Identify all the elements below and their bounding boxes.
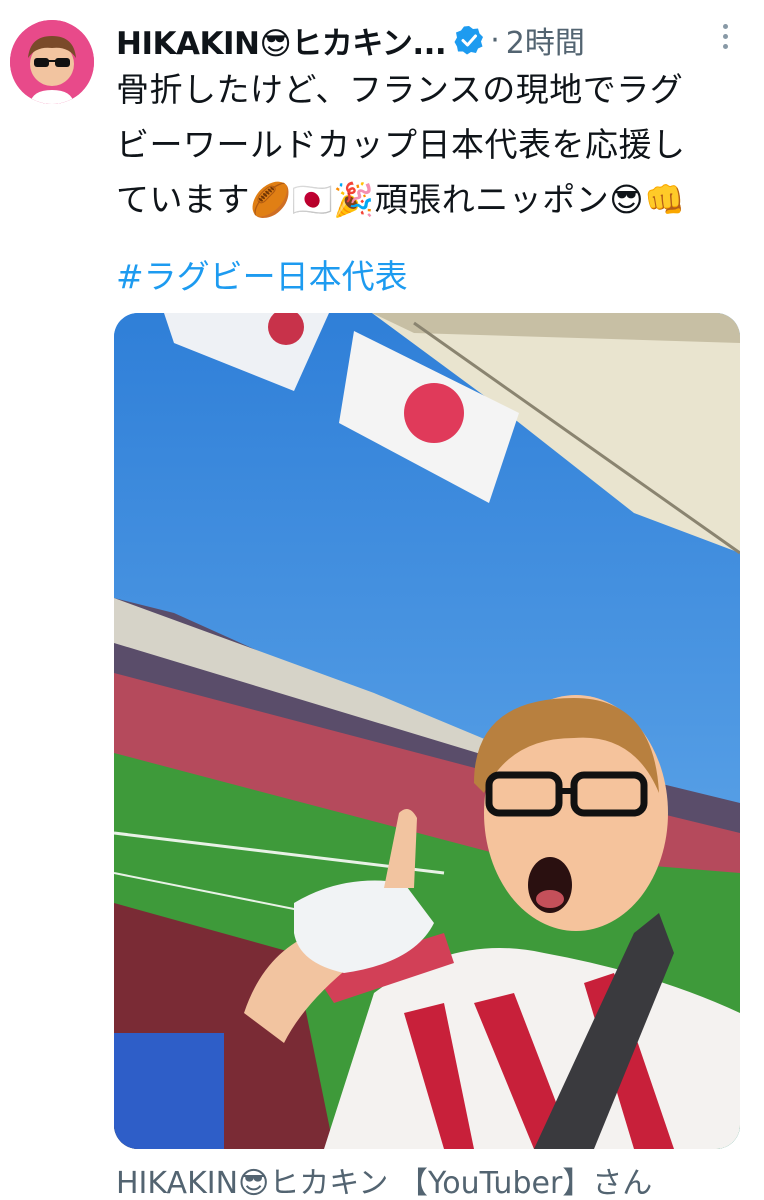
avatar[interactable] [10,20,94,104]
tweet-text-line: ビーワールドカップ日本代表を応援し [116,125,686,164]
time-separator: · [490,22,500,58]
tweet-text-line: 骨折したけど、フランスの現地でラグ [116,70,684,109]
more-options-icon[interactable] [720,24,730,54]
tweet-text-line: ています🏉🇯🇵🎉頑張れニッポン😎👊 [116,180,686,219]
verified-badge-icon [454,25,484,55]
hashtag-link[interactable]: #ラグビー日本代表 [116,252,408,302]
timestamp[interactable]: 2時間 [506,18,585,62]
tweet-photo[interactable] [114,313,740,1149]
display-name[interactable]: HIKAKIN😎ヒカキン... [116,18,447,63]
tweet-header: HIKAKIN😎ヒカキン... · 2時間 [116,18,756,62]
author-line[interactable]: HIKAKIN😎ヒカキン 【YouTuber】さん [116,1158,652,1200]
tweet-text: 骨折したけど、フランスの現地でラグ ビーワールドカップ日本代表を応援し ています… [116,62,756,227]
